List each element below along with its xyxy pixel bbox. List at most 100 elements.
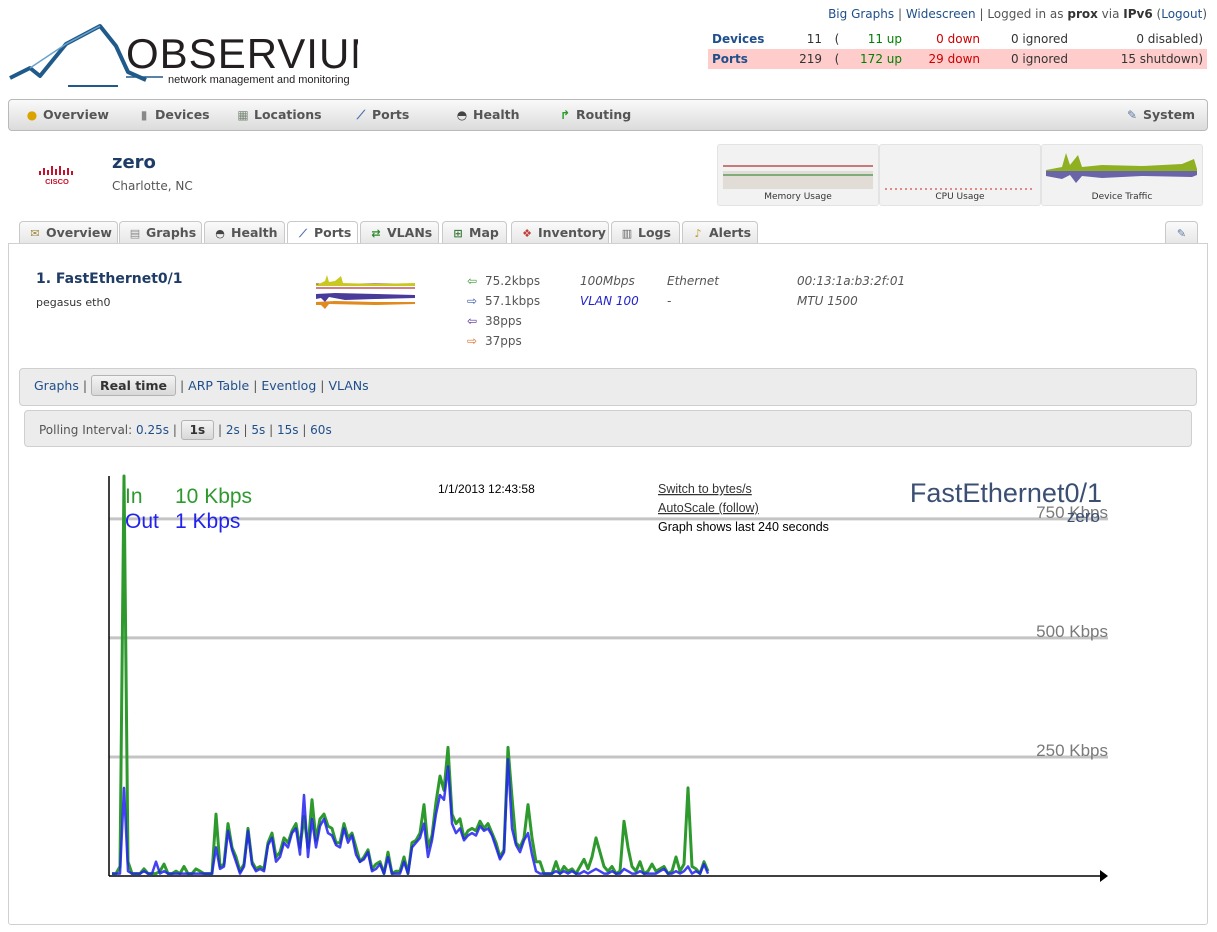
lightbulb-icon: ● bbox=[26, 108, 38, 122]
gridline-label: 500 Kbps bbox=[1036, 622, 1108, 641]
subnav-realtime[interactable]: Real time bbox=[91, 375, 176, 396]
port-traffic-minigraph[interactable] bbox=[315, 272, 417, 312]
logo-tagline: network management and monitoring bbox=[168, 74, 350, 86]
tab-settings[interactable]: ✎ bbox=[1165, 221, 1198, 244]
subnav-separator: | bbox=[316, 378, 329, 393]
nav-locations-label: Locations bbox=[254, 107, 322, 122]
graphs-icon: ▤ bbox=[129, 227, 141, 240]
in-pps: ⇦ 38pps bbox=[467, 314, 522, 328]
subnav-separator: | bbox=[249, 378, 262, 393]
widescreen-link[interactable]: Widescreen bbox=[906, 7, 976, 21]
nav-routing[interactable]: ↱ Routing bbox=[558, 100, 631, 130]
realtime-traffic-chart[interactable]: 250 Kbps750 Kbps500 Kbps In 10 Kbps Out … bbox=[100, 470, 1120, 890]
port-type-sub: - bbox=[667, 294, 672, 308]
nav-devices-label: Devices bbox=[155, 107, 210, 122]
logged-in-text: | Logged in as bbox=[975, 7, 1068, 21]
polling-interval-nav: Polling Interval: 0.25s | 1s | 2s | 5s |… bbox=[24, 410, 1192, 447]
devices-down: 0 down bbox=[936, 32, 980, 46]
main-nav: ● Overview ▮ Devices ▦ Locations ⟋ Ports ◓ He… bbox=[8, 99, 1208, 131]
devices-disabled: 0 disabled) bbox=[1136, 32, 1203, 46]
observium-logo[interactable]: OBSERVIUM network management and monitor… bbox=[8, 20, 358, 90]
ports-ignored: 0 ignored bbox=[1010, 52, 1068, 66]
cisco-wordmark: CISCO bbox=[45, 177, 69, 186]
devices-up: 11 up bbox=[867, 32, 902, 46]
gauge-icon: ◓ bbox=[456, 108, 468, 122]
tab-alerts[interactable]: ♪ Alerts bbox=[682, 221, 758, 244]
subnav-separator: | bbox=[78, 378, 92, 393]
tab-logs[interactable]: ▥ Logs bbox=[611, 221, 680, 244]
in-pps-value: 38pps bbox=[485, 314, 522, 328]
top-links: Big Graphs | Widescreen | Logged in as p… bbox=[828, 7, 1207, 21]
legend-in-value: 10 Kbps bbox=[175, 485, 252, 508]
status-ports-link[interactable]: Ports bbox=[712, 52, 748, 66]
subnav-arp-table[interactable]: ARP Table bbox=[188, 378, 249, 393]
tab-vlans[interactable]: ⇄ VLANs bbox=[360, 221, 439, 244]
out-pps-value: 37pps bbox=[485, 334, 522, 348]
logout-link[interactable]: Logout bbox=[1161, 7, 1202, 21]
tab-ports[interactable]: ⟋ Ports bbox=[287, 221, 358, 245]
poll-option-0-25s[interactable]: 0.25s bbox=[136, 423, 169, 437]
status-row-devices: Devices 11 ( 11 up 0 down 0 ignored 0 di… bbox=[708, 29, 1207, 49]
logout-open: ( bbox=[1152, 7, 1162, 21]
legend-out-label: Out bbox=[125, 510, 159, 533]
autoscale-link[interactable]: AutoScale (follow) bbox=[658, 501, 759, 515]
logo-wordmark: OBSERVIUM bbox=[126, 30, 358, 77]
tab-overview[interactable]: ✉ Overview bbox=[19, 221, 118, 244]
nav-health[interactable]: ◓ Health bbox=[455, 100, 520, 130]
device-traffic-thumb[interactable]: Device Traffic bbox=[1041, 144, 1203, 206]
wrench-icon: ✎ bbox=[1176, 227, 1187, 240]
username: prox bbox=[1067, 7, 1098, 21]
status-summary: Devices 11 ( 11 up 0 down 0 ignored 0 di… bbox=[708, 29, 1207, 69]
tab-map[interactable]: ⊞ Map bbox=[442, 221, 507, 244]
poll-option-2s[interactable]: 2s bbox=[226, 423, 240, 437]
gauge-icon: ◓ bbox=[215, 227, 225, 240]
tab-logs-label: Logs bbox=[638, 225, 671, 240]
poll-separator: | bbox=[298, 423, 311, 437]
poll-option-15s[interactable]: 15s bbox=[277, 423, 299, 437]
device-name[interactable]: zero bbox=[112, 152, 156, 173]
big-graphs-link[interactable]: Big Graphs bbox=[828, 7, 894, 21]
switch-to-bytes-link[interactable]: Switch to bytes/s bbox=[658, 482, 752, 496]
nav-devices[interactable]: ▮ Devices bbox=[137, 100, 210, 130]
cable-icon: ⟋ bbox=[356, 108, 366, 122]
out-rate-value: 57.1kbps bbox=[485, 294, 541, 308]
port-vlan-link[interactable]: VLAN 100 bbox=[580, 294, 639, 308]
out-rate: ⇨ 57.1kbps bbox=[467, 294, 540, 308]
status-devices-link[interactable]: Devices bbox=[712, 32, 764, 46]
poll-option-1s[interactable]: 1s bbox=[180, 420, 215, 440]
subnav-eventlog[interactable]: Eventlog bbox=[261, 378, 316, 393]
ports-up: 172 up bbox=[860, 52, 902, 66]
tab-vlans-label: VLANs bbox=[387, 225, 433, 240]
nav-overview-label: Overview bbox=[43, 107, 109, 122]
port-subnav: Graphs | Real time | ARP Table | Eventlo… bbox=[19, 368, 1197, 406]
port-mtu: MTU 1500 bbox=[797, 294, 858, 308]
nav-locations[interactable]: ▦ Locations bbox=[236, 100, 322, 130]
cpu-usage-thumb[interactable]: CPU Usage bbox=[879, 144, 1041, 206]
status-row-ports: Ports 219 ( 172 up 29 down 0 ignored 15 … bbox=[708, 49, 1207, 69]
x-axis-arrow-icon bbox=[1100, 870, 1108, 882]
port-name[interactable]: 1. FastEthernet0/1 bbox=[36, 271, 183, 287]
top-links-separator: | bbox=[894, 7, 906, 21]
tab-graphs[interactable]: ▤ Graphs bbox=[119, 221, 202, 244]
memory-usage-thumb[interactable]: Memory Usage bbox=[717, 144, 879, 206]
graph-duration-text: Graph shows last 240 seconds bbox=[658, 520, 829, 534]
port-description: pegasus eth0 bbox=[36, 296, 111, 309]
nav-overview[interactable]: ● Overview bbox=[25, 100, 109, 130]
ports-total: 219 bbox=[799, 52, 822, 66]
port-type: Ethernet bbox=[667, 274, 719, 288]
nav-ports[interactable]: ⟋ Ports bbox=[354, 100, 410, 130]
nav-system-label: System bbox=[1143, 107, 1196, 122]
tab-health[interactable]: ◓ Health bbox=[204, 221, 285, 244]
devices-total: 11 bbox=[806, 32, 822, 46]
poll-option-60s[interactable]: 60s bbox=[310, 423, 332, 437]
subnav-vlans[interactable]: VLANs bbox=[328, 378, 368, 393]
sitemap-icon: ⊞ bbox=[453, 227, 463, 240]
series-in-line bbox=[112, 474, 710, 876]
poll-option-5s[interactable]: 5s bbox=[251, 423, 265, 437]
nav-system[interactable]: ✎ System bbox=[1125, 100, 1195, 130]
subnav-separator: | bbox=[175, 378, 189, 393]
protocol: IPv6 bbox=[1123, 7, 1153, 21]
tab-inventory[interactable]: ❖ Inventory bbox=[511, 221, 609, 244]
subnav-graphs[interactable]: Graphs bbox=[34, 378, 79, 393]
ports-down: 29 down bbox=[928, 52, 980, 66]
